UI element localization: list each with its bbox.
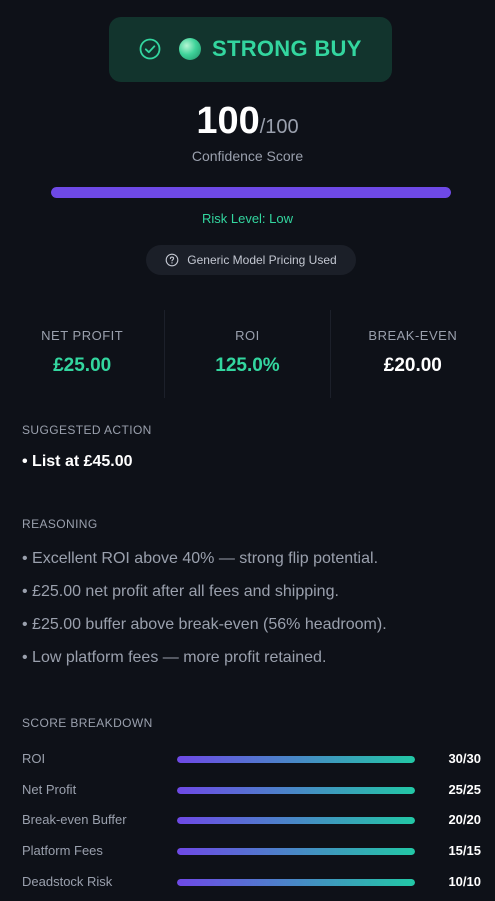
breakdown-label: Net Profit [22,781,77,797]
breakdown-row: Break-even Buffer 20/20 [22,809,482,840]
stat-value: £20.00 [383,355,442,376]
stat-break-even: BREAK-EVEN £20.00 [329,310,495,398]
breakdown-label: Break-even Buffer [22,812,127,828]
score-max: /100 [259,116,299,138]
breakdown-bar-fill [177,848,415,856]
pricing-note-badge: Generic Model Pricing Used [146,245,356,275]
reasoning-item: • Low platform fees — more profit retain… [22,649,327,666]
breakdown-bar-fill [177,878,415,886]
stat-net-profit: NET PROFIT £25.00 [0,310,164,398]
breakdown-score: 30/30 [448,751,481,766]
breakdown-label: ROI [22,751,46,766]
confidence-bar-fill [51,187,451,198]
breakdown-bar [177,848,415,856]
breakdown-score: 10/10 [448,873,481,889]
breakdown-row: Platform Fees 15/15 [22,840,482,871]
stat-value: 125.0% [215,355,280,376]
confidence-score: 100/100 [0,100,495,143]
status-orb-icon [179,38,201,60]
stat-value: £25.00 [53,355,112,376]
breakdown-bar-fill [177,817,415,825]
breakdown-label: Deadstock Risk [22,873,113,889]
score-caption: Confidence Score [191,148,304,164]
pricing-note-text: Generic Model Pricing Used [187,253,337,267]
breakdown-bar [177,756,415,763]
breakdown-bar [177,817,415,825]
stat-label: BREAK-EVEN [368,328,458,343]
breakdown-label: Platform Fees [22,843,103,859]
breakdown-score: 15/15 [448,843,481,859]
breakdown-score: 25/25 [448,781,481,797]
reasoning-title: REASONING [22,517,98,531]
breakdown-bar-fill [177,756,415,763]
reasoning-item: • £25.00 net profit after all fees and s… [22,583,339,600]
stat-label: NET PROFIT [41,328,124,343]
confidence-bar [51,187,451,198]
breakdown-row: Deadstock Risk 10/10 [22,871,482,901]
score-breakdown: ROI 30/30 Net Profit 25/25 Break-even Bu… [22,748,482,901]
reasoning-item: • £25.00 buffer above break-even (56% he… [22,616,387,633]
reasoning-item: • Excellent ROI above 40% — strong flip … [22,550,379,567]
breakdown-score: 20/20 [448,812,481,828]
score-breakdown-title: SCORE BREAKDOWN [22,716,153,730]
question-circle-icon [165,253,179,267]
breakdown-bar [177,786,415,794]
stats-row: NET PROFIT £25.00 ROI 125.0% BREAK-EVEN … [0,310,495,398]
risk-level: Risk Level: Low [201,211,294,226]
score-value: 100 [196,100,260,142]
verdict-badge: STRONG BUY [109,17,392,82]
breakdown-bar-fill [177,786,415,794]
suggested-action: • List at £45.00 [22,453,133,470]
breakdown-row: Net Profit 25/25 [22,779,482,810]
breakdown-bar [177,878,415,886]
stat-label: ROI [235,328,260,343]
suggested-action-title: SUGGESTED ACTION [22,423,152,437]
breakdown-row: ROI 30/30 [22,748,482,779]
verdict-label: STRONG BUY [212,36,362,61]
stat-roi: ROI 125.0% [164,310,329,398]
reasoning-list: • Excellent ROI above 40% — strong flip … [22,548,387,680]
check-circle-icon [139,38,161,60]
